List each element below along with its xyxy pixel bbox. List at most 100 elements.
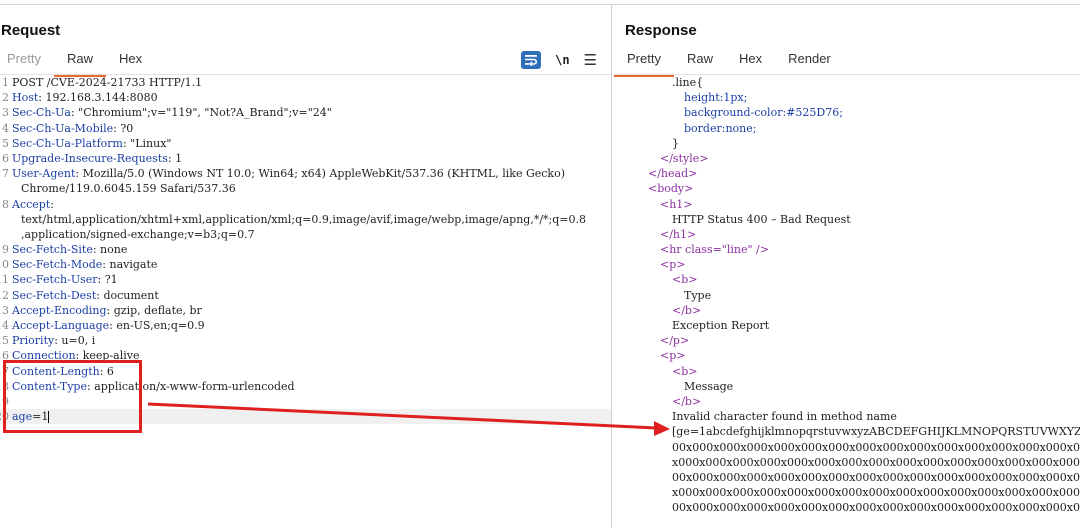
request-line[interactable]: 14Accept-Language: en-US,en;q=0.9 [0,318,611,333]
tab-pretty[interactable]: Pretty [0,48,54,74]
response-line[interactable]: <b> [612,364,1080,379]
line-number: 12 [0,288,9,302]
response-line[interactable]: [ge=1abcdefghijklmnopqrstuvwxyzABCDEFGHI… [612,424,1080,439]
response-line[interactable]: <body> [612,181,1080,196]
response-line[interactable]: <p> [612,348,1080,363]
response-line[interactable]: Message [612,379,1080,394]
response-line[interactable]: </h1> [612,227,1080,242]
header-key: Host [12,91,39,105]
response-line[interactable]: 00x000x000x000x000x000x000x000x000x000x0… [612,440,1080,455]
response-editor[interactable]: .line{height:1px; background-color:#525D7… [612,75,1080,528]
response-line[interactable]: </p> [612,333,1080,348]
header-value: : "Chromium";v="119", "Not?A_Brand";v="2… [70,106,332,120]
header-key: Sec-Fetch-User [12,273,98,287]
request-tabs: Pretty Raw Hex [0,48,155,77]
response-line-text: </b> [672,303,702,317]
response-line[interactable]: <h1> [612,197,1080,212]
header-value: : navigate [102,258,158,272]
tab-hex[interactable]: Hex [106,48,155,74]
line-content: Sec-Fetch-Site: none [9,242,127,257]
response-line[interactable]: <b> [612,272,1080,287]
response-line-text: </b> [672,394,702,408]
line-number: 8 [2,197,9,211]
request-line[interactable]: 3 Sec-Ch-Ua: "Chromium";v="119", "Not?A_B… [0,105,611,120]
response-line-text: height:1px; [684,91,748,105]
response-line[interactable]: 00x000x000x000x000x000x000x000x000x000x0… [612,500,1080,515]
tab-hex[interactable]: Hex [726,48,775,74]
response-line[interactable]: height:1px; [612,90,1080,105]
header-key: User-Agent [12,167,76,181]
response-line[interactable]: x000x000x000x000x000x000x000x000x000x000… [612,485,1080,500]
response-line[interactable]: </style> [612,151,1080,166]
response-title: Response [625,22,697,39]
request-line[interactable]: 13Accept-Encoding: gzip, deflate, br [0,303,611,318]
response-line-text: </p> [660,334,690,348]
response-line[interactable]: background-color:#525D76; [612,105,1080,120]
request-line[interactable]: text/html,application/xhtml+xml,applicat… [0,212,611,227]
highlight-box [3,360,142,433]
line-content: POST /CVE-2024-21733 HTTP/1.1 [9,75,202,90]
line-content: Sec-Ch-Ua-Platform: "Linux" [9,136,172,151]
line-content: ,application/signed-exchange;v=b3;q=0.7 [9,227,255,242]
response-line[interactable]: Exception Report [612,318,1080,333]
request-line[interactable]: 1 POST /CVE-2024-21733 HTTP/1.1 [0,75,611,90]
response-line-text: Message [684,379,734,393]
tab-raw[interactable]: Raw [674,48,726,74]
response-line[interactable]: border:none; [612,121,1080,136]
line-content: Upgrade-Insecure-Requests: 1 [9,151,182,166]
menu-icon[interactable]: ☰ [584,51,597,69]
response-line-text: } [672,136,679,150]
response-line-text: Type [684,288,712,302]
request-line[interactable]: 5 Sec-Ch-Ua-Platform: "Linux" [0,136,611,151]
tab-raw[interactable]: Raw [53,48,106,77]
response-line[interactable]: Invalid character found in method name [612,409,1080,424]
header-value: : 192.168.3.144:8080 [38,91,158,105]
response-line[interactable]: <hr class="line" /> [612,242,1080,257]
response-line-text: <b> [672,273,698,287]
response-line-text: 00x000x000x000x000x000x000x000x000x000x0… [672,440,1080,454]
response-line[interactable]: .line{ [612,75,1080,90]
header-value: : u=0, i [54,334,96,348]
request-line[interactable]: 10Sec-Fetch-Mode: navigate [0,257,611,272]
header-value: : [50,197,54,211]
line-content: Chrome/119.0.6045.159 Safari/537.36 [9,181,236,196]
line-number: 7 [2,167,9,181]
line-number: 15 [0,334,9,348]
request-line[interactable]: 12Sec-Fetch-Dest: document [0,288,611,303]
header-value: Chrome/119.0.6045.159 Safari/537.36 [21,182,236,196]
response-line[interactable]: </b> [612,394,1080,409]
line-content: User-Agent: Mozilla/5.0 (Windows NT 10.0… [9,166,565,181]
response-line[interactable]: x000x000x000x000x000x000x000x000x000x000… [612,455,1080,470]
header-key: Priority [12,334,55,348]
request-line[interactable]: ,application/signed-exchange;v=b3;q=0.7 [0,227,611,242]
request-line[interactable]: 2 Host: 192.168.3.144:8080 [0,90,611,105]
request-line[interactable]: 4 Sec-Ch-Ua-Mobile: ?0 [0,121,611,136]
response-line[interactable]: HTTP Status 400 – Bad Request [612,212,1080,227]
response-line[interactable]: Type [612,288,1080,303]
response-line[interactable]: } [612,136,1080,151]
line-number: 14 [0,319,9,332]
request-line[interactable]: 7 User-Agent: Mozilla/5.0 (Windows NT 10.… [0,166,611,181]
tab-pretty[interactable]: Pretty [614,48,674,77]
line-number: 13 [0,303,9,317]
newline-toggle-button[interactable]: \n [555,53,569,67]
request-line[interactable]: 11Sec-Fetch-User: ?1 [0,272,611,287]
response-line-text: <p> [660,349,686,363]
request-line[interactable]: Chrome/119.0.6045.159 Safari/537.36 [0,181,611,196]
response-pane: Response Pretty Raw Hex Render .line{hei… [612,5,1080,528]
response-line-text: border:none; [684,121,757,135]
tab-render[interactable]: Render [775,48,844,74]
request-line[interactable]: 8 Accept: [0,197,611,212]
request-line[interactable]: 9 Sec-Fetch-Site: none [0,242,611,257]
line-number: 5 [2,136,9,150]
wrap-lines-icon[interactable] [521,51,542,69]
response-line[interactable]: </head> [612,166,1080,181]
request-line[interactable]: 15Priority: u=0, i [0,333,611,348]
response-line[interactable]: <p> [612,257,1080,272]
response-line[interactable]: 00x000x000x000x000x000x000x000x000x000x0… [612,470,1080,485]
response-line-text: <hr class="line" /> [660,243,769,257]
header-value: : en-US,en;q=0.9 [109,319,205,332]
response-line[interactable]: </b> [612,303,1080,318]
request-editor[interactable]: 1 POST /CVE-2024-21733 HTTP/1.1 2 Host: 192… [0,75,611,528]
request-line[interactable]: 6 Upgrade-Insecure-Requests: 1 [0,151,611,166]
